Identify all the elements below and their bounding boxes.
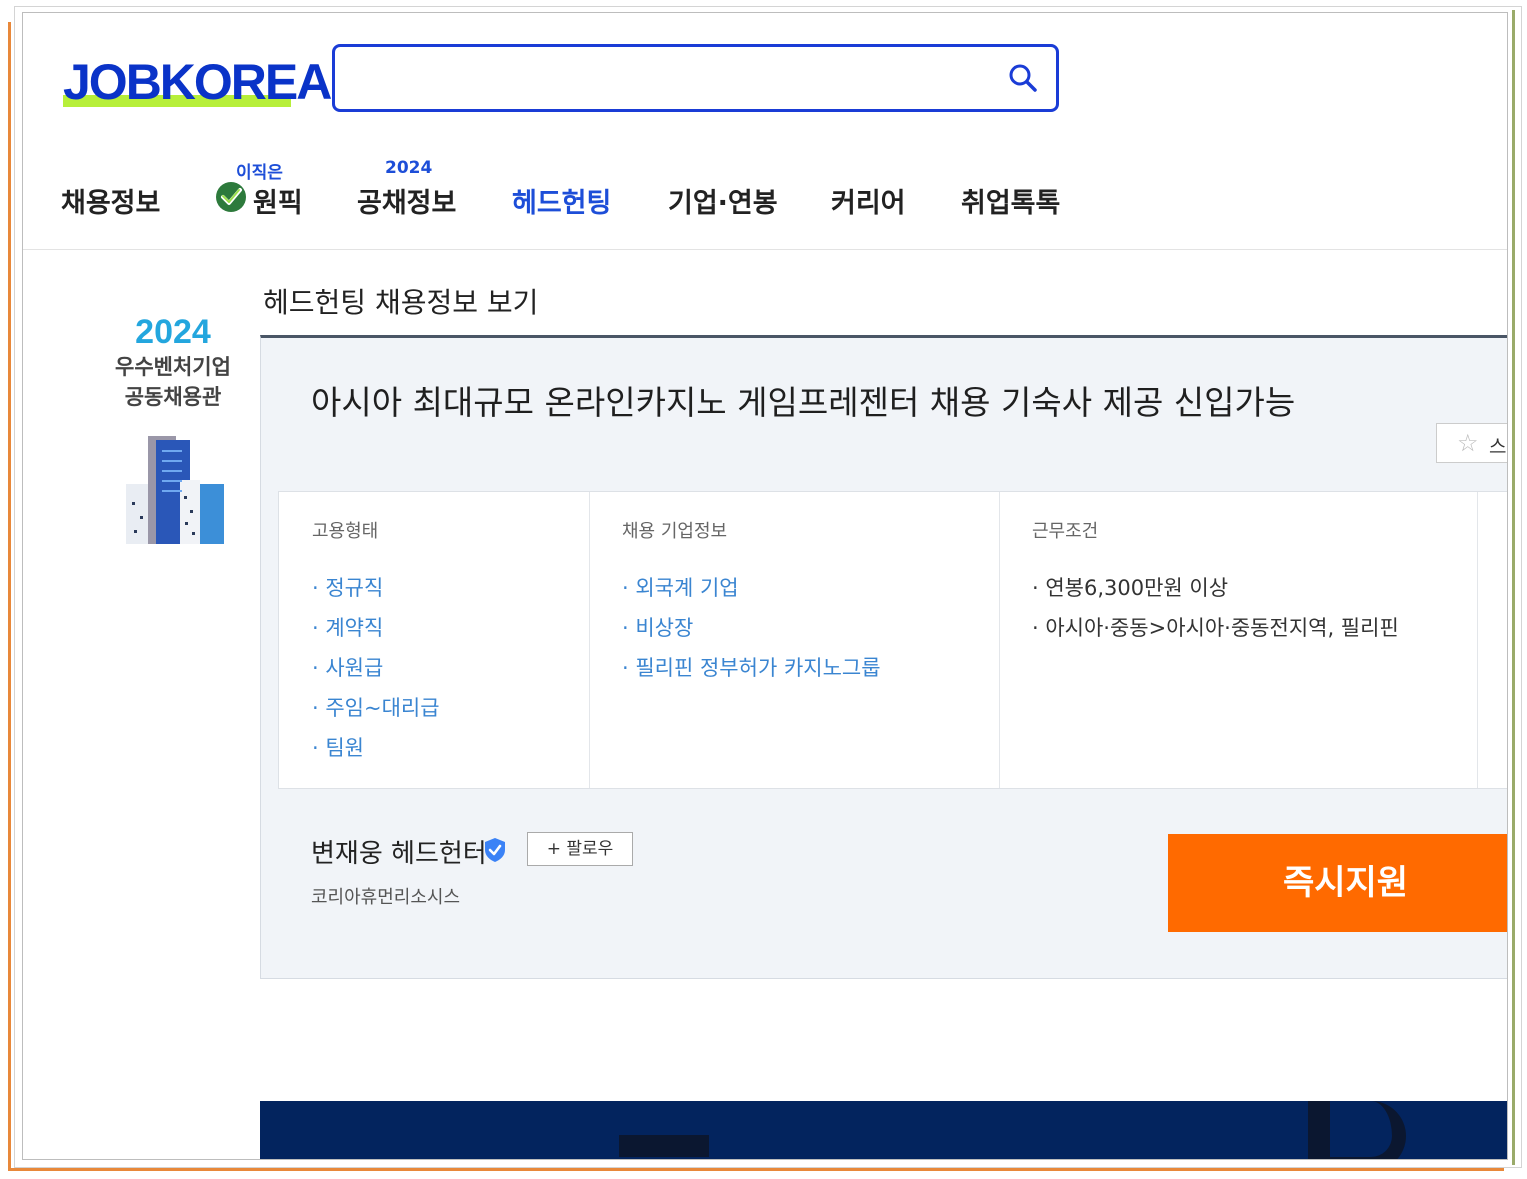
info-column-employment: 고용형태 · 정규직 · 계약직 · 사원급 · 주임~대리급 · 팀원 — [279, 492, 590, 788]
banner-line-2: 공동채용관 — [124, 385, 222, 409]
list-item[interactable]: · 비상장 — [622, 608, 881, 648]
info-column-conditions: 근무조건 · 연봉6,300만원 이상 · 아시아·중동>아시아·중동전지역, … — [999, 492, 1478, 788]
search-box[interactable] — [332, 44, 1059, 112]
headhunter-company: 코리아휴먼리소시스 — [311, 887, 461, 908]
venture-banner[interactable]: 2024 우수벤처기업 공동채용관 — [93, 313, 253, 550]
list-item[interactable]: · 외국계 기업 — [622, 568, 881, 608]
nav-divider — [23, 249, 1507, 250]
nav-item-headhunting[interactable]: 헤드헌팅 — [512, 181, 611, 220]
list-item[interactable]: · 계약직 — [312, 608, 440, 648]
list-item[interactable]: · 필리핀 정부허가 카지노그룹 — [622, 648, 881, 688]
follow-button[interactable]: + 팔로우 — [527, 832, 633, 866]
list-item: · 연봉6,300만원 이상 — [1032, 576, 1229, 600]
nav-item-recruit[interactable]: 채용정보 — [61, 181, 160, 220]
nav-item-public-recruit[interactable]: 공채정보 — [357, 181, 456, 220]
banner-shape — [1308, 1101, 1406, 1159]
star-icon: ☆ — [1457, 429, 1479, 457]
column-heading: 근무조건 — [1032, 521, 1099, 542]
search-input[interactable] — [349, 57, 993, 99]
window-frame-edge — [1512, 10, 1515, 1165]
banner-line-1: 우수벤처기업 — [115, 355, 231, 379]
jobkorea-logo[interactable]: JOBKOREA — [63, 53, 332, 111]
list-item[interactable]: · 주임~대리급 — [312, 688, 440, 728]
bottom-banner[interactable] — [260, 1101, 1507, 1159]
list-item[interactable]: · 정규직 — [312, 568, 440, 608]
nav-item-onepick[interactable]: 원픽 — [253, 181, 303, 220]
check-badge-icon — [216, 182, 246, 212]
column-heading: 채용 기업정보 — [622, 521, 728, 542]
job-info-table: 고용형태 · 정규직 · 계약직 · 사원급 · 주임~대리급 · 팀원 채용 … — [278, 491, 1507, 789]
verified-badge-icon — [485, 838, 505, 862]
column-heading: 고용형태 — [312, 521, 379, 542]
nav-item-career[interactable]: 커리어 — [831, 181, 906, 220]
nav-item-company-salary[interactable]: 기업·연봉 — [668, 181, 778, 220]
headhunter-name[interactable]: 변재웅 헤드헌터 — [311, 833, 487, 870]
nav-item-talk[interactable]: 취업톡톡 — [961, 181, 1060, 220]
main-nav: 채용정보 이직은 원픽 2024 공채정보 헤드헌팅 기업·연봉 커리어 취업톡… — [23, 153, 1507, 253]
job-title[interactable]: 아시아 최대규모 온라인카지노 게임프레젠터 채용 기숙사 제공 신입가능 — [311, 376, 1295, 424]
scrap-label: 스 — [1489, 436, 1507, 458]
nav-sup-onepick: 이직은 — [236, 163, 283, 183]
banner-shape — [619, 1135, 709, 1157]
job-card: 아시아 최대규모 온라인카지노 게임프레젠터 채용 기숙사 제공 신입가능 ☆ … — [260, 335, 1507, 979]
scrap-button[interactable]: ☆ 스 — [1436, 423, 1507, 463]
search-icon[interactable] — [1008, 63, 1038, 93]
section-title: 헤드헌팅 채용정보 보기 — [263, 286, 539, 319]
info-column-company: 채용 기업정보 · 외국계 기업 · 비상장 · 필리핀 정부허가 카지노그룹 — [589, 492, 1000, 788]
page: JOBKOREA 채용정보 이직은 원픽 2024 공채정보 헤드헌팅 기업·연… — [22, 12, 1508, 1160]
list-item[interactable]: · 사원급 — [312, 648, 440, 688]
building-icon — [126, 436, 224, 544]
list-item: · 아시아·중동>아시아·중동전지역, 필리핀 — [1032, 616, 1399, 640]
logo-text: JOBKOREA — [63, 54, 332, 110]
banner-year: 2024 — [135, 313, 211, 351]
list-item[interactable]: · 팀원 — [312, 728, 440, 768]
apply-now-button[interactable]: 즉시지원 — [1168, 834, 1507, 932]
nav-sup-public: 2024 — [385, 158, 433, 178]
